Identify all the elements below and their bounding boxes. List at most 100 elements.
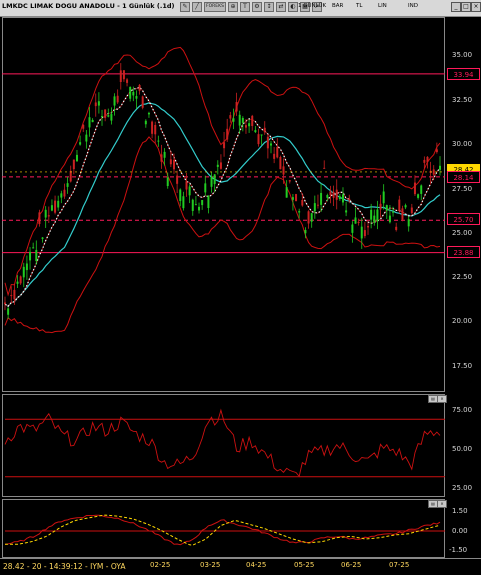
candle-body bbox=[310, 213, 313, 222]
candle-body bbox=[404, 205, 407, 208]
x-tick: 06-25 bbox=[341, 561, 362, 569]
level-tag-33-94: 33.94 bbox=[447, 68, 480, 80]
rsi-y-tick: 75.00 bbox=[452, 406, 473, 414]
candle-body bbox=[50, 205, 53, 211]
candle-body bbox=[19, 276, 22, 284]
x-tick: 03-25 bbox=[200, 561, 221, 569]
candle-body bbox=[166, 177, 169, 187]
candle-body bbox=[260, 134, 263, 136]
level-tag-23-88: 23.88 bbox=[447, 246, 480, 258]
candle-body bbox=[216, 164, 219, 167]
candle-body bbox=[147, 112, 150, 115]
candle-body bbox=[232, 118, 235, 122]
candle-body bbox=[354, 217, 357, 224]
candle-body bbox=[138, 84, 141, 91]
macd-y-tick: 1.50 bbox=[452, 507, 468, 515]
candle-body bbox=[129, 86, 132, 99]
candle-body bbox=[273, 153, 276, 159]
candle-body bbox=[320, 192, 323, 205]
moving-average bbox=[4, 102, 441, 308]
candle-body bbox=[25, 263, 28, 271]
candle-body bbox=[82, 124, 85, 129]
candle-body bbox=[54, 200, 57, 213]
candle-body bbox=[379, 203, 382, 210]
candle-body bbox=[407, 219, 410, 227]
y-tick: 22.50 bbox=[452, 273, 473, 281]
rsi-line bbox=[4, 408, 441, 478]
candle-body bbox=[66, 183, 69, 187]
candle-body bbox=[119, 70, 122, 83]
candle-body bbox=[210, 176, 213, 187]
candle-body bbox=[204, 183, 207, 193]
candle-body bbox=[301, 199, 304, 206]
candle-body bbox=[373, 215, 376, 223]
candle-body bbox=[79, 142, 82, 145]
candle-body bbox=[426, 156, 429, 163]
candle-body bbox=[423, 159, 426, 163]
rsi-y-tick: 50.00 bbox=[452, 445, 473, 453]
candle-body bbox=[113, 96, 116, 106]
candle-body bbox=[85, 134, 88, 142]
candle-body bbox=[295, 194, 298, 202]
candle-body bbox=[420, 185, 423, 194]
candle-body bbox=[266, 136, 269, 149]
candle-body bbox=[47, 215, 50, 217]
candle-body bbox=[282, 166, 285, 175]
candle-body bbox=[63, 189, 66, 197]
candle-body bbox=[201, 200, 204, 206]
candle-body bbox=[316, 204, 319, 206]
candle-body bbox=[104, 109, 107, 118]
candle-body bbox=[335, 189, 338, 200]
candle-body bbox=[348, 198, 351, 201]
candle-body bbox=[401, 208, 404, 220]
candle-body bbox=[341, 194, 344, 203]
candle-body bbox=[135, 96, 138, 99]
candle-body bbox=[116, 95, 119, 103]
candle-body bbox=[198, 206, 201, 211]
candle-body bbox=[351, 224, 354, 233]
candle-body bbox=[432, 169, 435, 175]
candle-body bbox=[254, 130, 257, 133]
candle-body bbox=[285, 187, 288, 198]
rsi-y-tick: 25.00 bbox=[452, 484, 473, 492]
candle-body bbox=[392, 211, 395, 213]
candle-body bbox=[176, 175, 179, 184]
candle-body bbox=[72, 159, 75, 170]
y-tick: 27.50 bbox=[452, 185, 473, 193]
candle-body bbox=[244, 125, 247, 128]
status-text: 28.42 - 20 - 14:39:12 - IYM - OYA bbox=[3, 562, 126, 571]
candle-body bbox=[126, 79, 129, 83]
candle-body bbox=[313, 203, 316, 212]
candle-body bbox=[276, 147, 279, 158]
candle-body bbox=[69, 170, 72, 182]
candle-body bbox=[398, 199, 401, 211]
candle-body bbox=[363, 230, 366, 237]
candle-body bbox=[101, 115, 104, 117]
candle-body bbox=[144, 120, 147, 125]
candle-body bbox=[219, 162, 222, 169]
candle-body bbox=[179, 189, 182, 201]
candle-body bbox=[338, 196, 341, 199]
candle-body bbox=[97, 101, 100, 106]
candle-body bbox=[182, 196, 185, 209]
chart-canvas[interactable] bbox=[0, 0, 481, 574]
candle-body bbox=[226, 128, 229, 140]
candle-body bbox=[94, 102, 97, 107]
candle-body bbox=[329, 191, 332, 196]
x-tick: 07-25 bbox=[389, 561, 410, 569]
candle-body bbox=[323, 167, 326, 169]
candle-body bbox=[410, 207, 413, 214]
y-tick: 25.00 bbox=[452, 229, 473, 237]
macd-y-tick: -1.50 bbox=[449, 546, 468, 554]
candle-body bbox=[4, 302, 6, 305]
candle-body bbox=[263, 127, 266, 133]
y-tick: 20.00 bbox=[452, 317, 473, 325]
candle-body bbox=[439, 165, 441, 170]
candle-body bbox=[57, 200, 60, 208]
candle-body bbox=[332, 191, 335, 198]
candle-body bbox=[22, 266, 25, 278]
candle-body bbox=[185, 181, 188, 190]
candle-body bbox=[207, 195, 210, 209]
candle-body bbox=[38, 212, 41, 225]
candle-body bbox=[75, 154, 78, 162]
